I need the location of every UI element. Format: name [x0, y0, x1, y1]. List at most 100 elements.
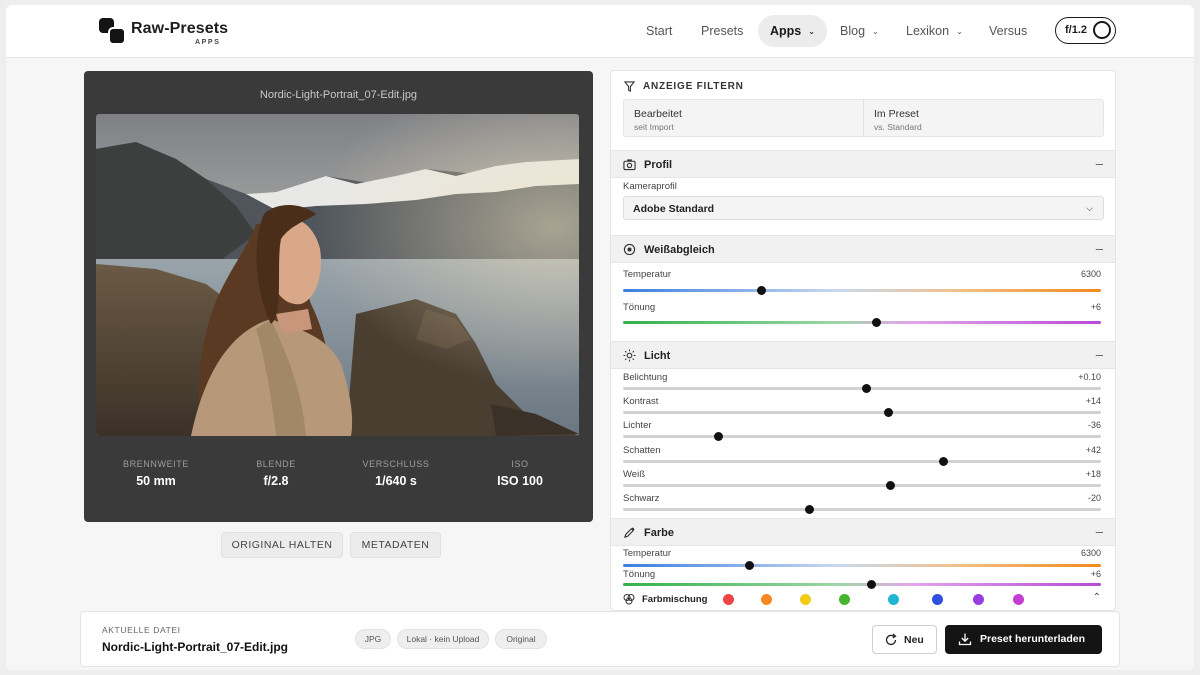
exif-label: BLENDE: [256, 459, 296, 469]
current-file-bar: AKTUELLE DATEI Nordic-Light-Portrait_07-…: [80, 611, 1120, 667]
metadata-button[interactable]: METADATEN: [350, 532, 441, 558]
collapse-minus-icon[interactable]: –: [1096, 156, 1103, 171]
exif-value: 1/640 s: [375, 474, 417, 488]
nav-label: Apps: [770, 24, 802, 38]
slider-value: +42: [1085, 445, 1101, 455]
slider-value: -36: [1087, 420, 1101, 430]
color-mix-label: Farbmischung: [642, 594, 708, 605]
highlights-slider[interactable]: [623, 432, 1101, 441]
filter-option-title: Im Preset: [874, 108, 919, 120]
sun-icon: [623, 349, 636, 362]
exif-label: ISO: [511, 459, 529, 469]
section-white-balance-header[interactable]: Weißabgleich –: [611, 235, 1115, 263]
aperture-label: f/1.2: [1065, 24, 1088, 36]
new-button-label: Neu: [904, 634, 924, 646]
color-temperature-slider[interactable]: [623, 561, 1101, 570]
slider-thumb[interactable]: [862, 384, 872, 393]
camera-icon: [623, 159, 636, 171]
color-mix-orange[interactable]: [761, 594, 772, 605]
slider-thumb[interactable]: [867, 580, 877, 589]
slider-label: Schwarz: [623, 493, 660, 504]
chevron-up-icon[interactable]: ⌃: [1093, 592, 1101, 603]
slider-value: 6300: [1080, 548, 1101, 558]
nav-blog[interactable]: Blog ⌄: [828, 15, 891, 47]
current-file-label: AKTUELLE DATEI: [102, 625, 181, 635]
section-color-header[interactable]: Farbe –: [611, 518, 1115, 546]
slider-label: Lichter: [623, 420, 652, 431]
section-profil-header[interactable]: Profil –: [611, 150, 1115, 178]
nav-label: Versus: [989, 24, 1028, 38]
filter-option-sub: seit Import: [634, 122, 674, 132]
slider-value: +0.10: [1078, 372, 1101, 382]
section-title: Farbe: [644, 527, 674, 539]
slider-label: Temperatur: [623, 269, 672, 280]
color-mix-aqua[interactable]: [888, 594, 899, 605]
slider-thumb[interactable]: [883, 408, 893, 417]
color-mix-red[interactable]: [723, 594, 734, 605]
slider-thumb[interactable]: [745, 561, 755, 570]
blacks-slider[interactable]: [623, 505, 1101, 514]
color-mix-blue[interactable]: [932, 594, 943, 605]
slider-thumb[interactable]: [886, 481, 896, 490]
slider-label: Temperatur: [623, 548, 672, 559]
tag-original: Original: [495, 629, 547, 649]
portrait-photo[interactable]: [96, 114, 579, 436]
nav-label: Blog: [840, 24, 866, 38]
aperture-toggle[interactable]: f/1.2: [1055, 17, 1116, 44]
color-mix-green[interactable]: [839, 594, 850, 605]
exif-iso: ISO ISO 100: [460, 459, 580, 488]
slider-label: Schatten: [623, 445, 661, 456]
nav-label: Start: [646, 24, 673, 38]
wb-temperature-slider[interactable]: [623, 286, 1101, 295]
new-button[interactable]: Neu: [872, 625, 937, 654]
color-tint-slider[interactable]: [623, 580, 1101, 589]
brand-subtitle: APPS: [195, 39, 221, 46]
shadows-slider[interactable]: [623, 457, 1101, 466]
exif-value: f/2.8: [263, 474, 289, 488]
slider-thumb[interactable]: [757, 286, 767, 295]
nav-label: Lexikon: [906, 24, 950, 38]
exif-aperture: BLENDE f/2.8: [216, 459, 336, 488]
nav-lexikon[interactable]: Lexikon ⌄: [894, 15, 975, 47]
pipette-icon: [623, 527, 635, 539]
collapse-minus-icon[interactable]: –: [1096, 241, 1103, 256]
download-preset-button[interactable]: Preset herunterladen: [945, 625, 1102, 654]
download-button-label: Preset herunterladen: [980, 633, 1086, 645]
filter-edited[interactable]: Bearbeitet seit Import: [624, 100, 864, 136]
slider-label: Kontrast: [623, 396, 659, 407]
camera-profile-select[interactable]: Adobe Standard ⌵: [623, 196, 1104, 220]
nav-label: Presets: [701, 24, 744, 38]
slider-label: Weiß: [623, 469, 645, 480]
hold-original-button[interactable]: ORIGINAL HALTEN: [221, 532, 343, 558]
filter-in-preset[interactable]: Im Preset vs. Standard: [864, 100, 1104, 136]
photo-filename: Nordic-Light-Portrait_07-Edit.jpg: [259, 89, 418, 101]
brand-name: Raw-Presets: [131, 20, 229, 37]
collapse-minus-icon[interactable]: –: [1096, 347, 1103, 362]
color-mix-magenta[interactable]: [1013, 594, 1024, 605]
color-mix-yellow[interactable]: [800, 594, 811, 605]
collapse-minus-icon[interactable]: –: [1096, 524, 1103, 539]
wb-tint-slider[interactable]: [623, 318, 1101, 327]
slider-thumb[interactable]: [804, 505, 814, 514]
brand-logo[interactable]: Raw-Presets APPS: [98, 17, 248, 49]
nav-versus[interactable]: Versus: [977, 15, 1039, 47]
slider-thumb[interactable]: [938, 457, 948, 466]
adjustments-panel: ANZEIGE FILTERN Bearbeitet seit Import I…: [610, 70, 1116, 611]
section-light-header[interactable]: Licht –: [611, 341, 1115, 369]
filter-option-title: Bearbeitet: [634, 108, 682, 120]
exif-value: ISO 100: [497, 474, 543, 488]
whites-slider[interactable]: [623, 481, 1101, 490]
slider-value: +14: [1085, 396, 1101, 406]
slider-thumb[interactable]: [714, 432, 724, 441]
nav-start[interactable]: Start: [634, 15, 684, 47]
photo-image: [96, 114, 579, 436]
filter-title: ANZEIGE FILTERN: [643, 81, 744, 92]
slider-thumb[interactable]: [871, 318, 881, 327]
nav-apps[interactable]: Apps ⌄: [758, 15, 827, 47]
color-mix-purple[interactable]: [973, 594, 984, 605]
slider-value: +6: [1090, 302, 1101, 312]
nav-presets[interactable]: Presets: [689, 15, 755, 47]
contrast-slider[interactable]: [623, 408, 1101, 417]
filter-options: Bearbeitet seit Import Im Preset vs. Sta…: [623, 99, 1104, 137]
exposure-slider[interactable]: [623, 384, 1101, 393]
